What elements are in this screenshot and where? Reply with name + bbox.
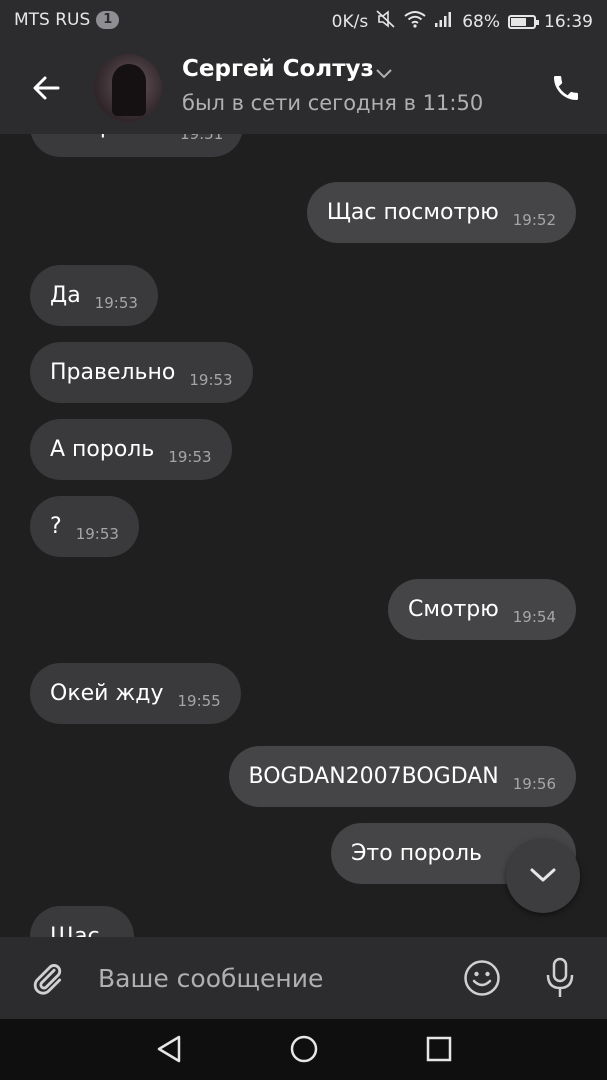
paperclip-icon [33,964,62,995]
message-time: 19:53 [75,524,119,543]
attach-button[interactable] [28,959,66,1003]
message-text: Щас посмотрю [326,200,499,225]
incoming-message[interactable]: Да 19:53 [30,265,158,326]
arrow-left-icon [33,76,60,100]
carrier-label: MTS RUS [14,10,91,30]
scroll-to-bottom-button[interactable] [506,839,580,913]
call-button[interactable] [550,72,582,108]
status-left: MTS RUS 1 [14,10,120,30]
incoming-message[interactable]: А пороль? 19:51 [30,134,244,157]
battery-percent: 68% [462,11,500,32]
nav-home-button[interactable] [289,1034,319,1068]
nav-recents-button[interactable] [425,1035,453,1067]
message-text: Это пороль [351,841,482,866]
message-text: А пороль? [50,134,166,139]
incoming-message[interactable]: Окей жду 19:55 [30,663,241,724]
circle-home-icon [290,1035,318,1063]
message-text: Смотрю [408,597,499,622]
message-time: 19:54 [512,607,556,626]
battery-icon [508,14,539,29]
triangle-back-icon [157,1035,181,1063]
voice-message-button[interactable] [544,957,576,1003]
status-right: 0K/s 68% 16:39 [332,10,593,33]
message-composer [0,937,607,1019]
last-seen-status: был в сети сегодня в 11:50 [182,91,484,115]
message-text: ? [50,514,62,539]
message-list[interactable]: А пороль?19:51Щас посмотрю19:52Да19:53Пр… [0,134,607,937]
clock: 16:39 [544,11,593,32]
nav-back-button[interactable] [155,1034,183,1068]
chat-header: Сергей Солтуз был в сети сегодня в 11:50 [0,42,607,134]
outgoing-message[interactable]: Смотрю 19:54 [388,579,576,640]
chevron-down-icon [530,868,556,882]
message-text: А пороль [50,437,155,462]
outgoing-message[interactable]: Щас посмотрю 19:52 [306,182,576,243]
message-time: 19:56 [512,774,556,793]
message-time: 19:53 [189,370,233,389]
avatar[interactable] [94,54,162,122]
microphone-icon [546,957,574,997]
sim-badge: 1 [96,11,120,29]
smiley-icon [464,960,500,996]
message-text: BOGDAN2007BOGDAN [248,764,499,789]
message-text: Да [50,283,81,308]
message-text: Щас [50,924,100,937]
incoming-message[interactable]: А пороль 19:53 [30,419,232,480]
signal-icon [434,10,454,33]
battery-fill [511,17,526,26]
status-bar: MTS RUS 1 0K/s 68% 16:39 [0,0,607,42]
message-time: 19:51 [180,134,223,143]
contact-name[interactable]: Сергей Солтуз [182,56,374,82]
chevron-down-icon[interactable] [376,64,392,83]
phone-icon [554,76,578,100]
message-text: Окей жду [50,681,164,706]
incoming-message[interactable]: Правельно 19:53 [30,342,253,403]
mute-icon [376,10,396,33]
outgoing-message[interactable]: BOGDAN2007BOGDAN 19:56 [228,746,576,807]
message-time: 19:53 [94,293,138,312]
message-text: Правельно [50,360,176,385]
message-time: 19:55 [177,691,221,710]
message-time: 19:52 [512,210,556,229]
message-time: 19:53 [168,447,212,466]
incoming-message[interactable]: Щас [30,906,134,937]
square-recents-icon [426,1036,452,1062]
incoming-message[interactable]: ? 19:53 [30,496,139,557]
network-speed: 0K/s [331,11,369,32]
system-navigation-bar [0,1019,607,1080]
back-button[interactable] [28,70,68,106]
message-input[interactable] [96,957,440,999]
wifi-icon [404,10,426,33]
emoji-button[interactable] [463,959,501,1001]
